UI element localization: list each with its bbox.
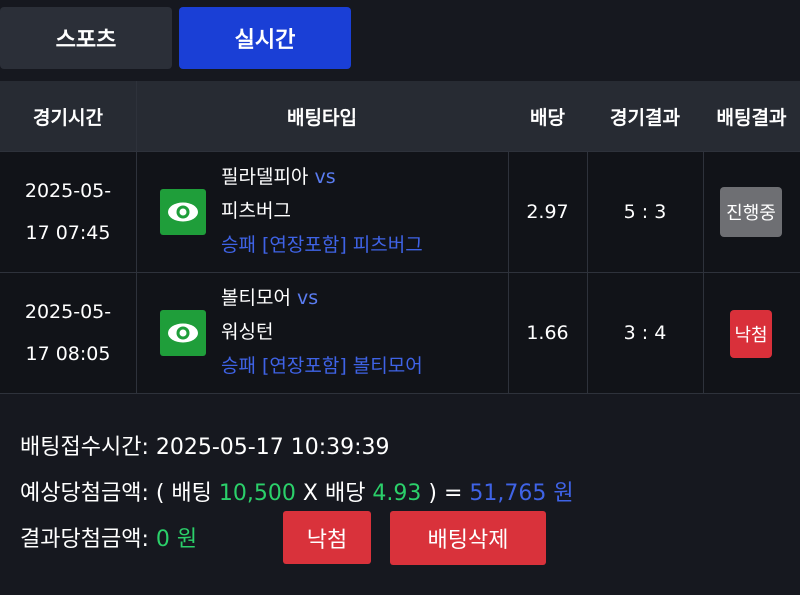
- view-button[interactable]: [160, 310, 206, 356]
- result-lose-button[interactable]: 낙첨: [283, 511, 371, 564]
- expected-amount: 51,765 원: [469, 481, 574, 506]
- game-time: 2025-05- 17 07:45: [0, 152, 136, 272]
- tab-sports[interactable]: 스포츠: [0, 7, 172, 69]
- table-row: 2025-05- 17 08:05 볼티모어 vs 워싱턴 승패 [연장포함] …: [0, 273, 800, 393]
- divider: [0, 393, 800, 394]
- odds-value: 1.66: [526, 322, 569, 344]
- away-team: 워싱턴: [221, 321, 274, 343]
- divider: [0, 151, 800, 152]
- divider: [587, 152, 588, 393]
- game-clock: 17 07:45: [25, 222, 111, 244]
- table-row: 2025-05- 17 07:45 필라델피아 vs 피츠버그 승패 [연장포함…: [0, 152, 800, 272]
- status-badge: 낙첨: [730, 310, 772, 358]
- view-button[interactable]: [160, 189, 206, 235]
- stake-amount: 10,500: [218, 481, 296, 506]
- expected-label: 예상당첨금액: ( 배팅: [20, 481, 219, 506]
- vs-label: vs: [296, 287, 319, 309]
- accept-time-label: 배팅접수시간:: [20, 435, 156, 460]
- table-header: 경기시간 배팅타입 배당 경기결과 배팅결과: [0, 81, 800, 151]
- divider: [136, 81, 137, 393]
- tab-live[interactable]: 실시간: [179, 7, 351, 69]
- home-team: 필라델피아: [221, 166, 309, 188]
- delete-bet-button[interactable]: 배팅삭제: [390, 511, 546, 565]
- x-odds-label: X 배당: [295, 481, 373, 506]
- header-game-result: 경기결과: [610, 106, 680, 129]
- eye-icon: [168, 323, 198, 343]
- divider: [508, 152, 509, 393]
- game-clock: 17 08:05: [25, 343, 111, 365]
- odds-value: 2.97: [526, 201, 569, 223]
- header-odds: 배당: [530, 106, 565, 129]
- bet-selection: 승패 [연장포함] 피츠버그: [221, 234, 423, 256]
- game-time: 2025-05- 17 08:05: [0, 273, 136, 393]
- header-time: 경기시간: [33, 106, 103, 129]
- status-badge: 진행중: [720, 187, 782, 237]
- game-date: 2025-05-: [24, 180, 112, 202]
- total-odds: 4.93: [372, 481, 422, 506]
- game-score: 3 : 4: [623, 322, 667, 344]
- match-info: 볼티모어 vs 워싱턴 승패 [연장포함] 볼티모어: [221, 281, 423, 383]
- eye-icon: [168, 202, 198, 222]
- equals-label: ) =: [421, 481, 470, 506]
- game-score: 5 : 3: [623, 201, 667, 223]
- accept-time-line: 배팅접수시간: 2025-05-17 10:39:39: [20, 425, 574, 471]
- bet-selection: 승패 [연장포함] 볼티모어: [221, 355, 423, 377]
- divider: [703, 152, 704, 393]
- header-bet-type: 배팅타입: [287, 106, 357, 129]
- divider: [0, 272, 800, 273]
- home-team: 볼티모어: [221, 287, 291, 309]
- game-date: 2025-05-: [24, 301, 112, 323]
- vs-label: vs: [314, 166, 336, 188]
- match-info: 필라델피아 vs 피츠버그 승패 [연장포함] 피츠버그: [221, 160, 423, 262]
- away-team: 피츠버그: [221, 200, 291, 222]
- header-bet-result: 배팅결과: [716, 106, 787, 129]
- result-label: 결과당첨금액:: [20, 527, 156, 552]
- result-amount: 0 원: [155, 527, 198, 552]
- tab-bar: 스포츠 실시간: [0, 0, 800, 80]
- accept-time-value: 2025-05-17 10:39:39: [155, 435, 390, 460]
